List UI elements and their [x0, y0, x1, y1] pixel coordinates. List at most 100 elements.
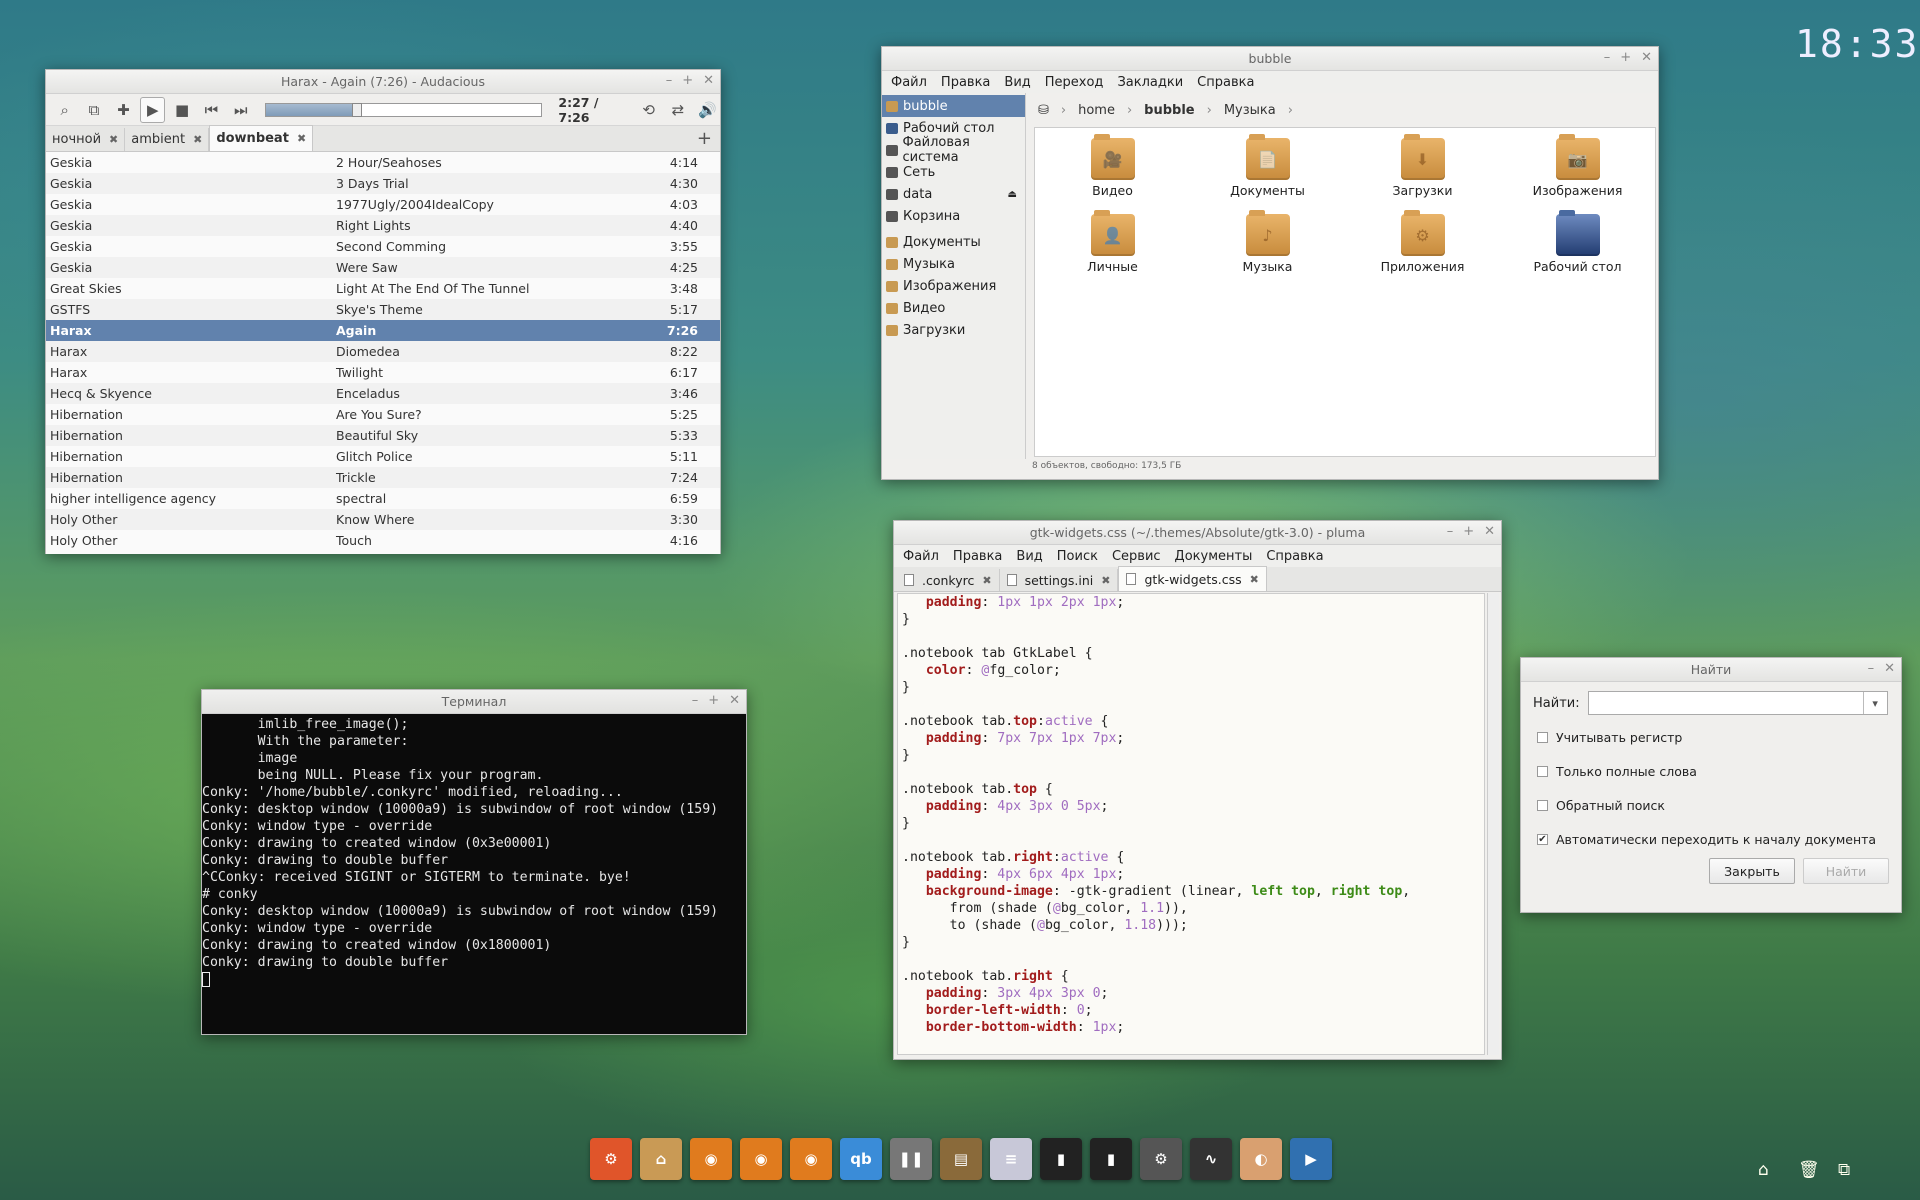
scrollbar[interactable]	[1487, 593, 1499, 1055]
table-row[interactable]: Great Skies Light At The End Of The Tunne…	[46, 278, 720, 299]
close-tab-icon[interactable]: ✖	[1250, 573, 1259, 586]
table-row[interactable]: Holy Other Touch 4:16	[46, 530, 720, 551]
eye-icon[interactable]: ◉	[690, 1138, 732, 1180]
table-row[interactable]: higher intelligence agency spectral 6:59	[46, 488, 720, 509]
folder-item[interactable]: 👤 Личные	[1035, 210, 1190, 290]
table-row[interactable]: GSTFS Skye's Theme 5:17	[46, 299, 720, 320]
table-row[interactable]: Harax Diomedea 8:22	[46, 341, 720, 362]
find-button[interactable]: Найти	[1803, 858, 1889, 884]
minimize-icon[interactable]: –	[666, 73, 673, 88]
breadcrumb-item[interactable]: bubble	[1144, 103, 1194, 118]
close-tab-icon[interactable]: ✖	[982, 574, 991, 587]
menu-item[interactable]: Вид	[997, 75, 1037, 90]
table-row[interactable]: Hecq & Skyence Enceladus 3:46	[46, 383, 720, 404]
menu-item[interactable]: Закладки	[1110, 75, 1190, 90]
menu-item[interactable]: Документы	[1168, 549, 1260, 564]
menu-item[interactable]: Файл	[896, 549, 946, 564]
minimize-icon[interactable]: –	[1868, 661, 1875, 676]
home-folder-icon[interactable]: ⌂	[640, 1138, 682, 1180]
sidebar-bookmark[interactable]: Видео	[882, 297, 1025, 319]
table-row[interactable]: Geskia Were Saw 4:25	[46, 257, 720, 278]
chevron-down-icon[interactable]: ▾	[1862, 692, 1887, 714]
pause-icon[interactable]: ❚❚	[890, 1138, 932, 1180]
add-playlist-icon[interactable]: +	[697, 128, 712, 149]
table-row[interactable]: Geskia Second Comming 3:55	[46, 236, 720, 257]
qbittorrent-icon[interactable]: qb	[840, 1138, 882, 1180]
minimize-icon[interactable]: –	[1604, 50, 1611, 65]
close-button[interactable]: Закрыть	[1709, 858, 1795, 884]
menu-item[interactable]: Файл	[884, 75, 934, 90]
table-row[interactable]: Geskia 3 Days Trial 4:30	[46, 173, 720, 194]
table-row[interactable]: Holy Other Know Where 3:30	[46, 509, 720, 530]
close-icon[interactable]: ✕	[1884, 661, 1895, 676]
next-button[interactable]: ⏭	[228, 97, 253, 123]
close-tab-icon[interactable]: ✖	[1101, 574, 1110, 587]
title-bar[interactable]: Harax - Again (7:26) - Audacious – + ✕	[46, 70, 720, 94]
code-editor[interactable]: padding: 1px 1px 2px 1px; } .notebook ta…	[897, 593, 1485, 1055]
tab-document[interactable]: gtk-widgets.css ✖	[1118, 566, 1267, 591]
menu-item[interactable]: Переход	[1038, 75, 1111, 90]
close-icon[interactable]: ✕	[729, 693, 740, 708]
close-icon[interactable]: ✕	[703, 73, 714, 88]
menu-item[interactable]: Вид	[1009, 549, 1049, 564]
tab-playlist[interactable]: ночной ✖	[46, 128, 126, 151]
video-player-icon[interactable]: ▶	[1290, 1138, 1332, 1180]
sidebar-bookmark[interactable]: Музыка	[882, 253, 1025, 275]
menu-item[interactable]: Поиск	[1050, 549, 1105, 564]
play-button[interactable]: ▶	[140, 96, 166, 123]
search-icon[interactable]: ⌕	[52, 97, 77, 123]
tab-document[interactable]: .conkyrc ✖	[897, 569, 1000, 591]
table-row[interactable]: Hibernation Glitch Police 5:11	[46, 446, 720, 467]
eject-icon[interactable]: ⏏	[1008, 189, 1017, 200]
minimize-icon[interactable]: –	[692, 693, 699, 708]
maximize-icon[interactable]: +	[1620, 50, 1631, 65]
tab-playlist[interactable]: ambient ✖	[125, 128, 210, 151]
title-bar[interactable]: bubble – + ✕	[882, 47, 1658, 71]
folder-item[interactable]: 📄 Документы	[1190, 134, 1345, 214]
sidebar-bookmark[interactable]: Загрузки	[882, 319, 1025, 341]
folder-item[interactable]: ⬇ Загрузки	[1345, 134, 1500, 214]
sidebar-item[interactable]: Файловая система	[882, 135, 1025, 165]
eye-icon[interactable]: ◉	[740, 1138, 782, 1180]
title-bar[interactable]: Терминал – + ✕	[202, 690, 746, 714]
menu-item[interactable]: Правка	[946, 549, 1009, 564]
folder-item[interactable]: Рабочий стол	[1500, 210, 1655, 290]
tab-playlist[interactable]: downbeat ✖	[209, 125, 314, 151]
terminal-icon[interactable]: ▮	[1040, 1138, 1082, 1180]
folder-item[interactable]: ♪ Музыка	[1190, 210, 1345, 290]
checkbox-option[interactable]: Только полные слова	[1521, 754, 1901, 788]
sidebar-bookmark[interactable]: Изображения	[882, 275, 1025, 297]
table-row[interactable]: Geskia Right Lights 4:40	[46, 215, 720, 236]
settings-icon[interactable]: ⚙	[1140, 1138, 1182, 1180]
table-row[interactable]: Geskia 1977Ugly/2004IdealCopy 4:03	[46, 194, 720, 215]
repeat-icon[interactable]: ⟲	[636, 97, 661, 123]
open-files-icon[interactable]: ⧉	[81, 97, 106, 123]
menu-item[interactable]: Сервис	[1105, 549, 1168, 564]
close-tab-icon[interactable]: ✖	[109, 133, 118, 146]
table-row[interactable]: Harax Twilight 6:17	[46, 362, 720, 383]
system-monitor-icon[interactable]: ∿	[1190, 1138, 1232, 1180]
sidebar-item[interactable]: Корзина	[882, 205, 1025, 227]
title-bar[interactable]: gtk-widgets.css (~/.themes/Absolute/gtk-…	[894, 521, 1501, 545]
minimize-icon[interactable]: –	[1447, 524, 1454, 539]
tab-document[interactable]: settings.ini ✖	[1000, 569, 1119, 591]
checkbox[interactable]	[1537, 731, 1548, 743]
windows-icon[interactable]: ⧉	[1838, 1160, 1850, 1180]
folder-item[interactable]: ⚙ Приложения	[1345, 210, 1500, 290]
text-editor-icon[interactable]: ≡	[990, 1138, 1032, 1180]
maximize-icon[interactable]: +	[708, 693, 719, 708]
sidebar-bookmark[interactable]: Документы	[882, 231, 1025, 253]
maximize-icon[interactable]: +	[1463, 524, 1474, 539]
maximize-icon[interactable]: +	[682, 73, 693, 88]
seek-slider[interactable]	[265, 102, 543, 117]
sidebar-item[interactable]: data ⏏	[882, 183, 1025, 205]
close-tab-icon[interactable]: ✖	[297, 132, 306, 145]
trash-icon[interactable]: 🗑	[1798, 1160, 1820, 1180]
close-icon[interactable]: ✕	[1484, 524, 1495, 539]
close-tab-icon[interactable]: ✖	[193, 133, 202, 146]
folder-item[interactable]: 🎥 Видео	[1035, 134, 1190, 214]
menu-item[interactable]: Справка	[1190, 75, 1261, 90]
terminal-icon[interactable]: ▮	[1090, 1138, 1132, 1180]
volume-icon[interactable]: 🔊	[695, 97, 720, 123]
stop-button[interactable]: ■	[169, 97, 194, 123]
